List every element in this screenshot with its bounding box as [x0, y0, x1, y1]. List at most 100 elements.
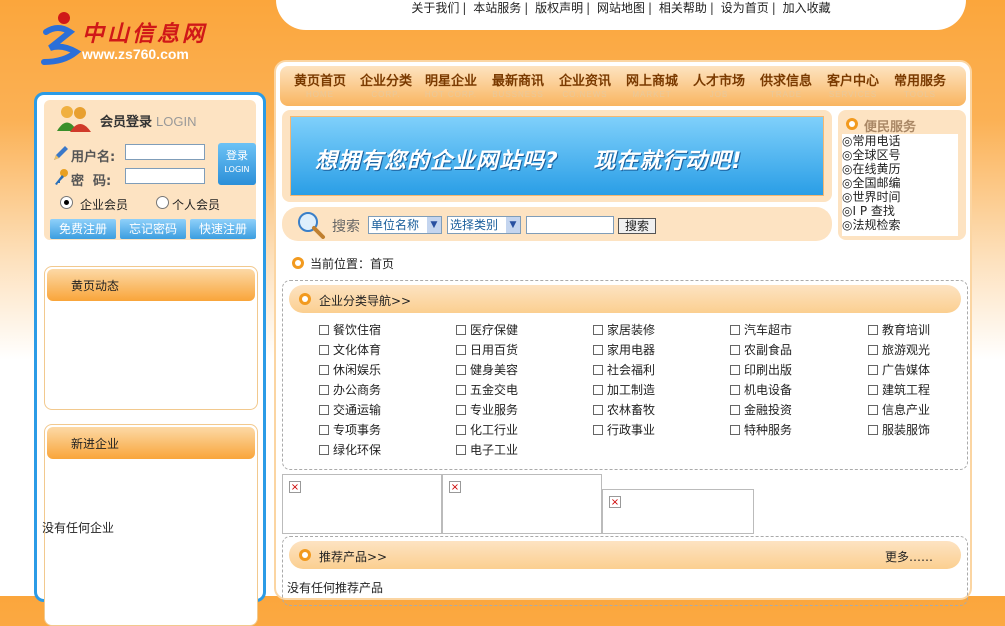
products-more-link[interactable]: 更多……	[885, 548, 933, 565]
broken-image-icon: ×	[289, 481, 301, 493]
category-bullet-icon	[730, 424, 740, 435]
category-bullet-icon	[730, 364, 740, 375]
username-input[interactable]	[125, 144, 205, 160]
nav-business[interactable]: 最新商讯 BUSSNESS	[488, 70, 548, 99]
company-member-radio[interactable]	[60, 196, 73, 209]
category-link[interactable]: 办公商务	[319, 381, 381, 398]
banner-text: 想拥有您的企业网站吗? 现在就行动吧!	[315, 149, 743, 174]
category-bullet-icon	[456, 404, 466, 415]
category-link[interactable]: 医疗保健	[456, 321, 518, 338]
category-bullet-icon	[456, 384, 466, 395]
ad-image-3[interactable]: ×	[602, 489, 754, 534]
category-link[interactable]: 专业服务	[456, 401, 518, 418]
search-input[interactable]	[526, 216, 614, 234]
password-input[interactable]	[125, 168, 205, 184]
broken-image-icon: ×	[449, 481, 461, 493]
category-bullet-icon	[456, 344, 466, 355]
ad-banner[interactable]: 想拥有您的企业网站吗? 现在就行动吧!	[290, 116, 824, 196]
service-law-search[interactable]: ◎法规检索	[842, 218, 958, 232]
location-icon	[292, 257, 304, 269]
main-nav: 黄页首页 HOME 企业分类 CORP. 明星企业 HOT CORP. 最新商讯 BUS…	[280, 66, 966, 106]
ad-image-2[interactable]: ×	[442, 474, 602, 534]
category-link[interactable]: 化工行业	[456, 421, 518, 438]
category-bullet-icon	[319, 444, 329, 455]
category-link[interactable]: 休闲娱乐	[319, 361, 381, 378]
category-link[interactable]: 交通运输	[319, 401, 381, 418]
service-area-code[interactable]: ◎全球区号	[842, 148, 958, 162]
category-link[interactable]: 印刷出版	[730, 361, 792, 378]
nav-market[interactable]: 网上商城 MARKET	[622, 70, 682, 99]
category-link[interactable]: 文化体育	[319, 341, 381, 358]
category-link[interactable]: 餐饮住宿	[319, 321, 381, 338]
service-postcode[interactable]: ◎全国邮编	[842, 176, 958, 190]
category-link[interactable]: 机电设备	[730, 381, 792, 398]
service-almanac[interactable]: ◎在线黄历	[842, 162, 958, 176]
category-link[interactable]: 农林畜牧	[593, 401, 655, 418]
logo-title: 中山信息网	[82, 21, 208, 47]
search-label: 搜索	[332, 219, 360, 235]
site-logo[interactable]: 中山信息网 www.zs760.com	[36, 10, 276, 70]
category-link[interactable]: 专项事务	[319, 421, 381, 438]
category-link[interactable]: 绿化环保	[319, 441, 381, 458]
ad-image-1[interactable]: ×	[282, 474, 442, 534]
toplink-add-favorite[interactable]: 加入收藏	[783, 1, 831, 15]
breadcrumb-home[interactable]: 首页	[370, 257, 394, 271]
category-bullet-icon	[868, 404, 878, 415]
forgot-password-button[interactable]: 忘记密码	[120, 219, 186, 239]
nav-trade[interactable]: 供求信息 TRADE	[756, 70, 816, 99]
convenience-services: 便民服务 ◎常用电话 ◎全球区号 ◎在线黄历 ◎全国邮编 ◎世界时间 ◎I P …	[838, 110, 966, 240]
nav-job[interactable]: 人才市场 JOB	[689, 70, 749, 99]
free-register-button[interactable]: 免费注册	[50, 219, 116, 239]
category-link[interactable]: 特种服务	[730, 421, 792, 438]
category-link[interactable]: 广告媒体	[868, 361, 930, 378]
chevron-down-icon: ▼	[506, 217, 520, 233]
quick-register-button[interactable]: 快速注册	[190, 219, 256, 239]
category-link[interactable]: 社会福利	[593, 361, 655, 378]
service-world-time[interactable]: ◎世界时间	[842, 190, 958, 204]
news-box-header: 黄页动态	[47, 269, 255, 301]
username-label: 用户名:	[71, 150, 116, 165]
nav-hot-corp[interactable]: 明星企业 HOT CORP.	[421, 70, 481, 99]
personal-member-radio[interactable]	[156, 196, 169, 209]
new-companies-empty: 没有任何企业	[42, 521, 115, 535]
category-link[interactable]: 健身美容	[456, 361, 518, 378]
password-label: 密 码:	[71, 174, 112, 189]
category-link[interactable]: 日用百货	[456, 341, 518, 358]
category-link[interactable]: 家用电器	[593, 341, 655, 358]
search-category-select[interactable]: 选择类别 ▼	[447, 216, 521, 234]
category-link[interactable]: 行政事业	[593, 421, 655, 438]
category-link[interactable]: 建筑工程	[868, 381, 930, 398]
nav-corp[interactable]: 企业分类 CORP.	[356, 70, 416, 99]
category-link[interactable]: 金融投资	[730, 401, 792, 418]
news-box: 黄页动态	[44, 266, 258, 410]
login-button[interactable]: 登录 LOGIN	[218, 143, 256, 185]
category-link[interactable]: 电子工业	[456, 441, 518, 458]
nav-services[interactable]: 客户中心 SERVICES	[823, 70, 883, 99]
toplink-about[interactable]: 关于我们	[411, 1, 459, 15]
category-link[interactable]: 五金交电	[456, 381, 518, 398]
search-button[interactable]: 搜索	[618, 218, 656, 234]
nav-tools[interactable]: 常用服务 TOOLS	[890, 70, 950, 99]
nav-co-news[interactable]: 企业资讯 CO.NEWS	[555, 70, 615, 99]
category-link[interactable]: 家居装修	[593, 321, 655, 338]
toplink-sitemap[interactable]: 网站地图	[597, 1, 645, 15]
category-link[interactable]: 旅游观光	[868, 341, 930, 358]
toplink-service[interactable]: 本站服务	[473, 1, 521, 15]
category-link[interactable]: 教育培训	[868, 321, 930, 338]
toplink-copyright[interactable]: 版权声明	[535, 1, 583, 15]
category-link[interactable]: 农副食品	[730, 341, 792, 358]
nav-home[interactable]: 黄页首页 HOME	[290, 70, 350, 99]
category-link[interactable]: 信息产业	[868, 401, 930, 418]
toplink-set-homepage[interactable]: 设为首页	[721, 1, 769, 15]
banner-frame: 想拥有您的企业网站吗? 现在就行动吧!	[282, 110, 832, 202]
category-bullet-icon	[456, 424, 466, 435]
category-link[interactable]: 服装服饰	[868, 421, 930, 438]
service-phone[interactable]: ◎常用电话	[842, 134, 958, 148]
category-link[interactable]: 汽车超市	[730, 321, 792, 338]
toplink-help[interactable]: 相关帮助	[659, 1, 707, 15]
category-link[interactable]: 加工制造	[593, 381, 655, 398]
category-bullet-icon	[319, 324, 329, 335]
services-title: 便民服务	[864, 120, 917, 135]
service-ip-lookup[interactable]: ◎I P 查找	[842, 204, 958, 218]
search-field-select[interactable]: 单位名称 ▼	[368, 216, 442, 234]
